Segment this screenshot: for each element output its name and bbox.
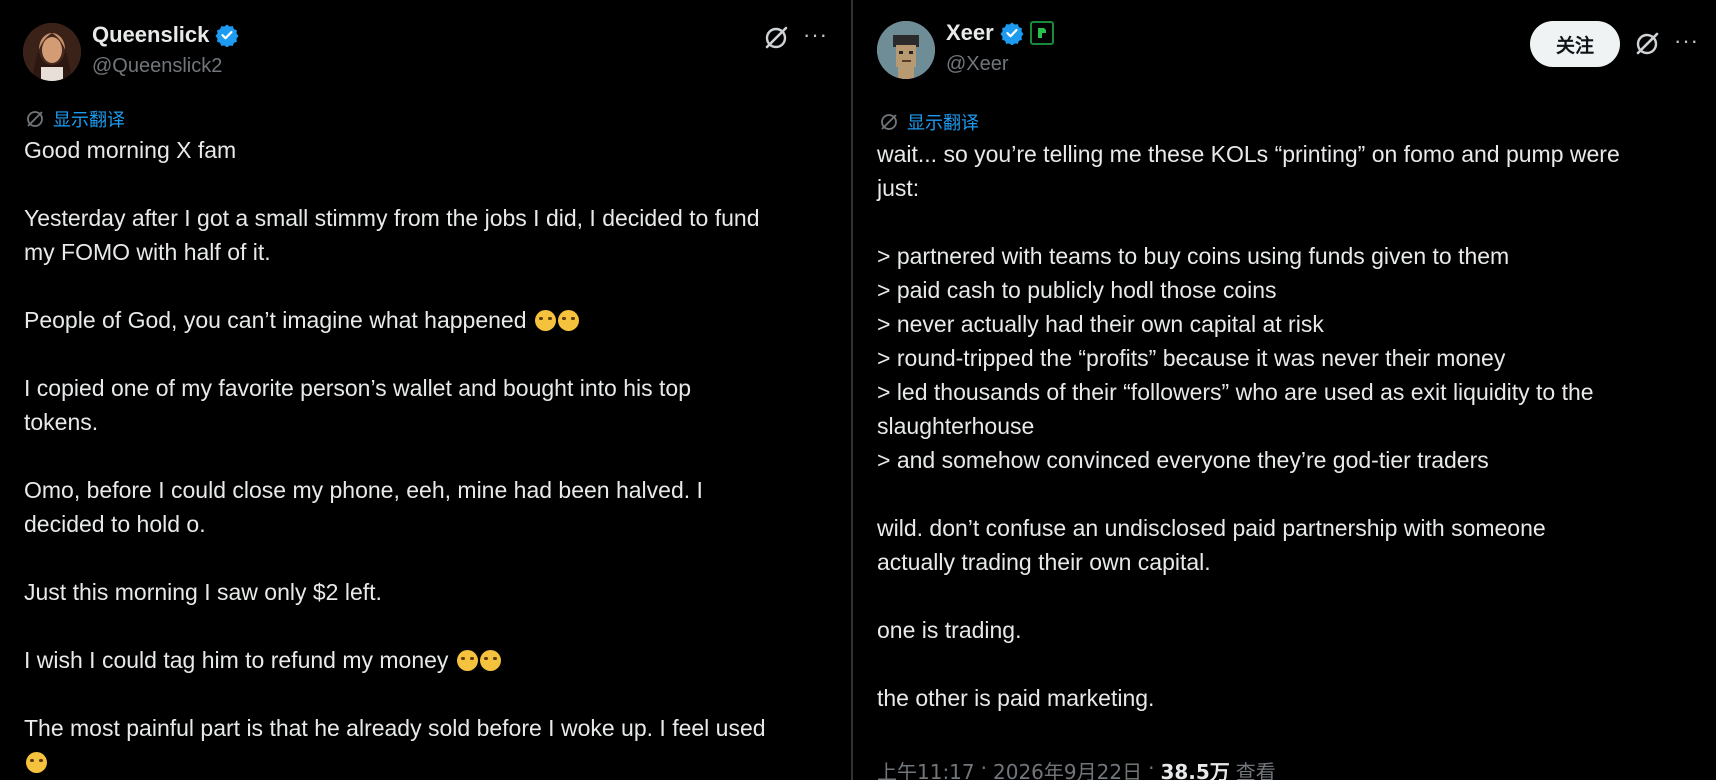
follow-button[interactable]: 关注 <box>1530 21 1620 67</box>
avatar[interactable] <box>23 23 81 81</box>
author-row: Queenslick <box>92 22 239 48</box>
tweet-text: wait... so you’re telling me these KOLs … <box>877 137 1707 749</box>
grok-icon[interactable] <box>1633 30 1661 58</box>
translate-icon <box>881 114 897 130</box>
paragraph: I wish I could tag him to refund my mone… <box>24 643 844 677</box>
text-line: > partnered with teams to buy coins usin… <box>877 243 1510 269</box>
text-line: the other is paid marketing. <box>877 685 1155 711</box>
paragraph: the other is paid marketing. <box>877 681 1707 715</box>
translate-icon <box>27 111 43 127</box>
text-line: > round-tripped the “profits” because it… <box>877 345 1506 371</box>
text-line: just: <box>877 175 920 201</box>
text-line: my FOMO with half of it. <box>24 239 271 265</box>
handle[interactable]: @Queenslick2 <box>92 55 222 78</box>
text-line: one is trading. <box>877 617 1022 643</box>
paragraph: Omo, before I could close my phone, eeh,… <box>24 473 844 541</box>
text-line: The most painful part is that he already… <box>24 715 766 741</box>
crying-face-icon <box>479 650 501 671</box>
verified-badge-icon <box>1000 21 1024 46</box>
paragraph: The most painful part is that he already… <box>24 711 844 779</box>
more-options-icon[interactable]: ··· <box>1674 28 1699 54</box>
show-translation-link[interactable]: 显示翻译 <box>879 109 979 135</box>
views-count: 38.5万 <box>1160 760 1230 780</box>
text-line: I wish I could tag him to refund my mone… <box>24 647 449 673</box>
text-line: > and somehow convinced everyone they’re… <box>877 447 1489 473</box>
paragraph: I copied one of my favorite person’s wal… <box>24 371 844 439</box>
avatar[interactable] <box>877 21 935 79</box>
tweet-card-queenslick: Queenslick @Queenslick2 ··· 显示翻译 Good mo… <box>0 0 851 780</box>
crying-face-icon <box>534 310 556 331</box>
text-line: Good morning X fam <box>24 137 237 163</box>
text-line: slaughterhouse <box>877 413 1035 439</box>
meta-separator: · <box>1148 756 1155 780</box>
tweet-text: Good morning X fam Yesterday after I got… <box>24 133 844 780</box>
author-row: Xeer <box>946 20 1054 46</box>
handle[interactable]: @Xeer <box>946 53 1009 76</box>
text-line: > paid cash to publicly hodl those coins <box>877 277 1277 303</box>
paragraph: > partnered with teams to buy coins usin… <box>877 239 1707 477</box>
views-label: 查看 <box>1235 760 1276 780</box>
paragraph: wait... so you’re telling me these KOLs … <box>877 137 1707 205</box>
text-line: wait... so you’re telling me these KOLs … <box>877 141 1620 167</box>
show-translation-link[interactable]: 显示翻译 <box>25 106 125 132</box>
sad-face-icon <box>26 752 47 773</box>
crying-face-icon <box>557 310 579 331</box>
paragraph: wild. don’t confuse an undisclosed paid … <box>877 511 1707 579</box>
more-options-icon[interactable]: ··· <box>803 22 828 48</box>
text-line: I copied one of my favorite person’s wal… <box>24 375 691 401</box>
paragraph: Yesterday after I got a small stimmy fro… <box>24 201 844 269</box>
translate-label: 显示翻译 <box>907 113 979 134</box>
text-line: decided to hold o. <box>24 511 206 537</box>
text-line: People of God, you can’t imagine what ha… <box>24 307 527 333</box>
tweet-meta: 上午11:17 · 2026年9月22日 · 38.5万 查看 <box>877 756 1276 780</box>
paragraph: People of God, you can’t imagine what ha… <box>24 303 844 337</box>
text-line: Just this morning I saw only $2 left. <box>24 579 382 605</box>
verified-badge-icon <box>215 23 239 48</box>
display-name[interactable]: Queenslick <box>92 22 209 48</box>
grok-icon[interactable] <box>762 24 790 52</box>
tweet-time[interactable]: 上午11:17 <box>877 756 975 780</box>
tweet-card-xeer: Xeer @Xeer 关注 ··· 显示翻译 wait... so you’re… <box>853 0 1716 780</box>
text-line: wild. don’t confuse an undisclosed paid … <box>877 515 1546 541</box>
text-line: Omo, before I could close my phone, eeh,… <box>24 477 703 503</box>
paragraph: one is trading. <box>877 613 1707 647</box>
meta-separator: · <box>980 756 987 780</box>
text-line: > never actually had their own capital a… <box>877 311 1324 337</box>
text-line: actually trading their own capital. <box>877 549 1211 575</box>
crying-face-icon <box>456 650 478 671</box>
affiliate-badge-icon[interactable] <box>1029 21 1054 45</box>
text-line: Yesterday after I got a small stimmy fro… <box>24 205 760 231</box>
tweet-date[interactable]: 2026年9月22日 <box>993 756 1142 780</box>
text-line: tokens. <box>24 409 99 435</box>
paragraph: Just this morning I saw only $2 left. <box>24 575 844 609</box>
text-line: > led thousands of their “followers” who… <box>877 379 1594 405</box>
translate-label: 显示翻译 <box>53 110 125 131</box>
paragraph: Good morning X fam <box>24 133 844 167</box>
display-name[interactable]: Xeer <box>946 20 994 46</box>
